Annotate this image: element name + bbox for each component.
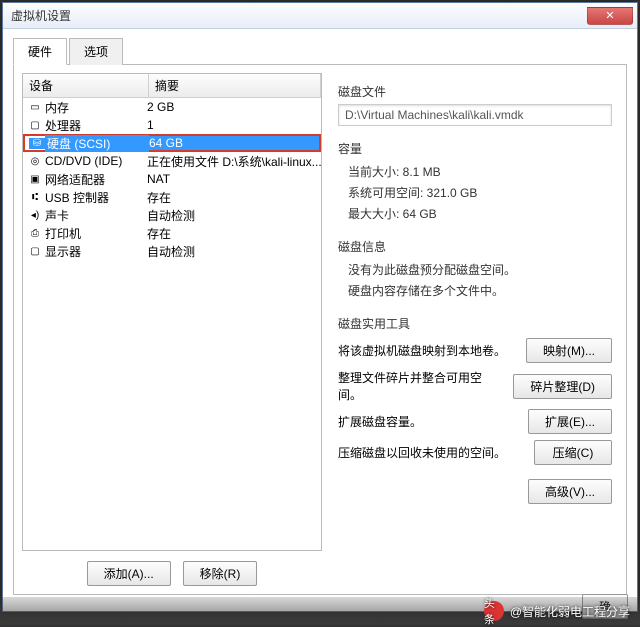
remove-button[interactable]: 移除(R) xyxy=(183,561,258,586)
device-name: 处理器 xyxy=(43,117,147,134)
device-summary: 正在使用文件 D:\系统\kali-linux... xyxy=(147,153,321,170)
device-icon: ◎ xyxy=(27,156,43,167)
device-list[interactable]: 设备 摘要 ▭内存2 GB▢处理器1⛁硬盘 (SCSI)64 GB◎CD/DVD… xyxy=(22,73,322,551)
device-row[interactable]: ▢处理器1 xyxy=(23,116,321,134)
tool-row: 整理文件碎片并整合可用空间。碎片整理(D) xyxy=(338,369,612,403)
disk-info-label: 磁盘信息 xyxy=(338,238,612,255)
device-row[interactable]: ▣网络适配器NAT xyxy=(23,170,321,188)
advanced-button[interactable]: 高级(V)... xyxy=(528,479,612,504)
watermark: 头条 @智能化弱电工程分享 xyxy=(0,597,640,625)
tool-button[interactable]: 碎片整理(D) xyxy=(513,374,612,399)
device-row[interactable]: ◂)声卡自动检测 xyxy=(23,206,321,224)
device-icon: ▭ xyxy=(27,102,43,113)
vm-settings-window: 虚拟机设置 ✕ 硬件 选项 设备 摘要 ▭内存2 GB▢处理器1⛁硬盘 (SCS… xyxy=(2,2,638,612)
device-icon: ▢ xyxy=(27,120,43,131)
disk-info-2: 硬盘内容存储在多个文件中。 xyxy=(338,280,612,301)
tool-row: 压缩磁盘以回收未使用的空间。压缩(C) xyxy=(338,440,612,465)
device-summary: 存在 xyxy=(147,189,321,206)
tools-label: 磁盘实用工具 xyxy=(338,315,612,332)
tool-desc: 整理文件碎片并整合可用空间。 xyxy=(338,369,513,403)
tab-options[interactable]: 选项 xyxy=(69,38,123,65)
watermark-logo-icon: 头条 xyxy=(484,601,504,621)
tab-hardware[interactable]: 硬件 xyxy=(13,38,67,65)
device-icon: ▣ xyxy=(27,174,43,185)
device-summary: 自动检测 xyxy=(147,207,321,224)
tab-strip: 硬件 选项 xyxy=(13,37,627,65)
device-name: 硬盘 (SCSI) xyxy=(45,135,149,152)
device-summary: 2 GB xyxy=(147,100,321,114)
device-row[interactable]: ⑆USB 控制器存在 xyxy=(23,188,321,206)
add-button[interactable]: 添加(A)... xyxy=(87,561,171,586)
device-row[interactable]: ⛁硬盘 (SCSI)64 GB xyxy=(23,134,321,152)
device-summary: 64 GB xyxy=(149,136,319,150)
device-name: 内存 xyxy=(43,99,147,116)
device-summary: NAT xyxy=(147,172,321,186)
tool-desc: 将该虚拟机磁盘映射到本地卷。 xyxy=(338,342,526,359)
free-space: 系统可用空间: 321.0 GB xyxy=(338,182,612,203)
titlebar[interactable]: 虚拟机设置 ✕ xyxy=(3,3,637,29)
disk-info-1: 没有为此磁盘预分配磁盘空间。 xyxy=(338,259,612,280)
tool-desc: 扩展磁盘容量。 xyxy=(338,413,528,430)
device-summary: 自动检测 xyxy=(147,243,321,260)
device-row[interactable]: ▢显示器自动检测 xyxy=(23,242,321,260)
watermark-text: @智能化弱电工程分享 xyxy=(510,603,630,620)
device-name: CD/DVD (IDE) xyxy=(43,154,147,168)
window-title: 虚拟机设置 xyxy=(11,7,585,24)
device-row[interactable]: ▭内存2 GB xyxy=(23,98,321,116)
tool-button[interactable]: 扩展(E)... xyxy=(528,409,612,434)
device-name: 网络适配器 xyxy=(43,171,147,188)
device-summary: 1 xyxy=(147,118,321,132)
device-name: USB 控制器 xyxy=(43,189,147,206)
device-summary: 存在 xyxy=(147,225,321,242)
device-icon: ⑆ xyxy=(27,192,43,203)
device-name: 声卡 xyxy=(43,207,147,224)
device-name: 打印机 xyxy=(43,225,147,242)
max-size: 最大大小: 64 GB xyxy=(338,203,612,224)
device-row[interactable]: ⎙打印机存在 xyxy=(23,224,321,242)
col-summary: 摘要 xyxy=(149,74,321,97)
tool-desc: 压缩磁盘以回收未使用的空间。 xyxy=(338,444,534,461)
list-header: 设备 摘要 xyxy=(23,74,321,98)
disk-file-path[interactable] xyxy=(338,104,612,126)
tool-row: 扩展磁盘容量。扩展(E)... xyxy=(338,409,612,434)
device-name: 显示器 xyxy=(43,243,147,260)
current-size: 当前大小: 8.1 MB xyxy=(338,161,612,182)
detail-panel: 磁盘文件 容量 当前大小: 8.1 MB 系统可用空间: 321.0 GB 最大… xyxy=(332,73,618,586)
device-row[interactable]: ◎CD/DVD (IDE)正在使用文件 D:\系统\kali-linux... xyxy=(23,152,321,170)
tool-button[interactable]: 映射(M)... xyxy=(526,338,612,363)
capacity-label: 容量 xyxy=(338,140,612,157)
disk-file-label: 磁盘文件 xyxy=(338,83,612,100)
device-icon: ▢ xyxy=(27,246,43,257)
device-icon: ⎙ xyxy=(27,228,43,239)
device-icon: ⛁ xyxy=(29,138,45,149)
col-device: 设备 xyxy=(23,74,149,97)
tool-button[interactable]: 压缩(C) xyxy=(534,440,612,465)
close-button[interactable]: ✕ xyxy=(587,7,633,25)
tool-row: 将该虚拟机磁盘映射到本地卷。映射(M)... xyxy=(338,338,612,363)
device-icon: ◂) xyxy=(27,210,43,221)
